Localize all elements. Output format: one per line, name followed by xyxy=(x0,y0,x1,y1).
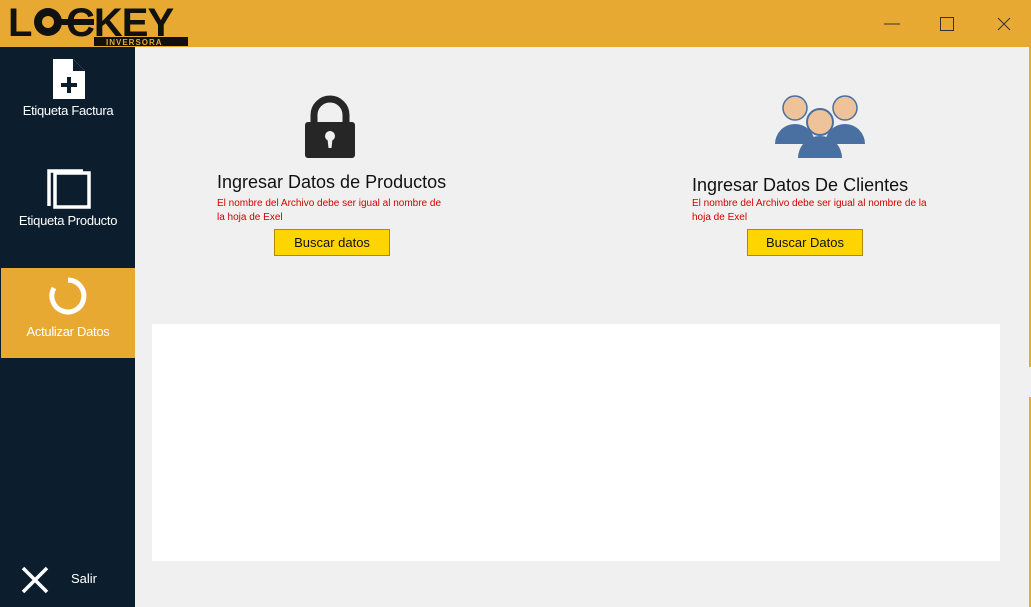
lockey-logo: L CKEY INVERSORA xyxy=(8,2,188,46)
minimize-button[interactable] xyxy=(869,0,915,47)
sidebar-item-etiqueta-producto[interactable]: Etiqueta Producto xyxy=(1,157,135,247)
productos-title: Ingresar Datos de Productos xyxy=(217,172,447,192)
productos-note: El nombre del Archivo debe ser igual al … xyxy=(217,198,442,223)
sidebar-item-label: Etiqueta Producto xyxy=(18,213,118,228)
svg-text:INVERSORA: INVERSORA xyxy=(106,38,163,46)
buscar-datos-productos-button[interactable]: Buscar datos xyxy=(274,229,390,256)
clientes-note: El nombre del Archivo debe ser igual al … xyxy=(692,198,927,223)
sidebar-item-label: Actulizar Datos xyxy=(26,324,110,339)
sidebar: Etiqueta Factura Etiqueta Producto Actul… xyxy=(0,47,135,607)
users-group-icon xyxy=(775,95,865,158)
exit-button[interactable]: Salir xyxy=(0,555,135,603)
buscar-datos-clientes-button[interactable]: Buscar Datos xyxy=(747,229,863,256)
minimize-icon xyxy=(884,23,900,24)
clientes-title: Ingresar Datos De Clientes xyxy=(692,175,909,195)
refresh-ring-icon xyxy=(49,277,87,315)
maximize-icon xyxy=(940,16,954,31)
close-icon xyxy=(997,17,1011,30)
svg-text:L: L xyxy=(8,2,32,45)
maximize-button[interactable] xyxy=(924,0,970,47)
close-button[interactable] xyxy=(981,0,1027,47)
close-x-icon xyxy=(21,566,49,594)
sidebar-item-actulizar-datos[interactable]: Actulizar Datos xyxy=(1,268,135,358)
sidebar-item-etiqueta-factura[interactable]: Etiqueta Factura xyxy=(1,47,135,137)
title-bar: L CKEY INVERSORA xyxy=(0,0,1031,47)
padlock-icon xyxy=(305,95,355,158)
data-panel xyxy=(152,324,1000,561)
add-document-icon xyxy=(53,59,85,99)
sidebar-item-label: Etiqueta Factura xyxy=(22,103,114,118)
exit-label: Salir xyxy=(71,571,98,586)
copy-icon xyxy=(47,169,91,209)
